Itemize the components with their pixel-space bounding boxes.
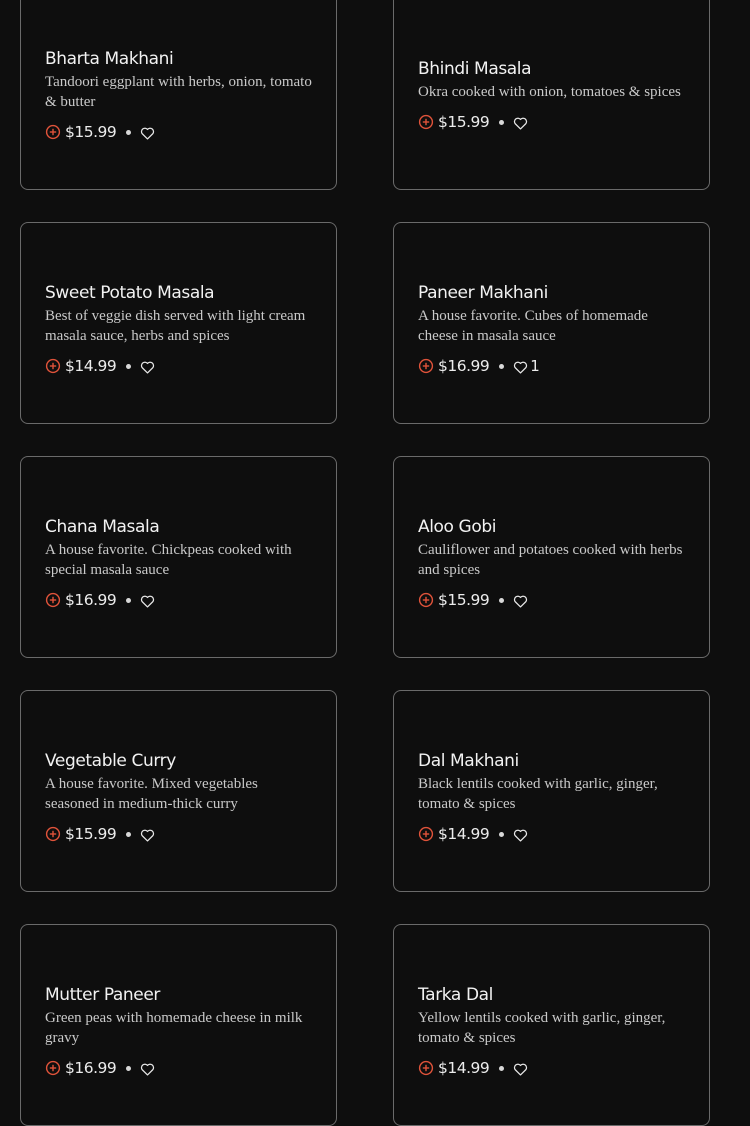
heart-outline-icon: [140, 827, 155, 842]
separator-dot: [499, 119, 505, 125]
menu-item-meta: $16.99: [45, 1058, 157, 1078]
menu-item-description: Yellow lentils cooked with garlic, ginge…: [418, 1010, 666, 1046]
menu-item-name: Tarka Dal: [418, 985, 493, 1005]
heart-outline-icon: [513, 359, 528, 374]
menu-item-price: $15.99: [65, 123, 117, 141]
menu-item-card[interactable]: Bhindi Masala Okra cooked with onion, to…: [393, 0, 710, 190]
menu-item-description: Green peas with homemade cheese in milk …: [45, 1010, 303, 1046]
menu-item-description: A house favorite. Chickpeas cooked with …: [45, 542, 292, 578]
menu-item-meta: $14.99: [45, 356, 157, 376]
menu-item-meta: $15.99: [418, 590, 530, 610]
menu-item-name: Aloo Gobi: [418, 517, 497, 537]
menu-item-meta: $15.99: [45, 122, 157, 142]
menu-item-name: Dal Makhani: [418, 751, 519, 771]
like-button[interactable]: [140, 827, 157, 842]
heart-outline-icon: [513, 115, 528, 130]
like-button[interactable]: [140, 125, 157, 140]
menu-item-meta: $16.99 1: [418, 356, 540, 376]
plus-circle-icon[interactable]: [45, 358, 61, 374]
heart-outline-icon: [140, 359, 155, 374]
heart-outline-icon: [513, 593, 528, 608]
plus-circle-icon[interactable]: [418, 1060, 434, 1076]
menu-item-price: $15.99: [65, 825, 117, 843]
plus-circle-icon[interactable]: [45, 124, 61, 140]
menu-item-card[interactable]: Sweet Potato Masala Best of veggie dish …: [20, 222, 337, 424]
menu-item-price: $16.99: [438, 357, 490, 375]
menu-item-meta: $15.99: [418, 112, 530, 132]
menu-item-card[interactable]: Mutter Paneer Green peas with homemade c…: [20, 924, 337, 1126]
like-button[interactable]: [513, 1061, 530, 1076]
plus-circle-icon[interactable]: [418, 826, 434, 842]
heart-outline-icon: [140, 1061, 155, 1076]
menu-item-description: A house favorite. Cubes of homemade chee…: [418, 308, 648, 344]
plus-circle-icon[interactable]: [418, 114, 434, 130]
heart-outline-icon: [513, 1061, 528, 1076]
like-button[interactable]: [140, 359, 157, 374]
menu-item-meta: $16.99: [45, 590, 157, 610]
plus-circle-icon[interactable]: [45, 1060, 61, 1076]
menu-item-name: Bharta Makhani: [45, 49, 174, 69]
heart-outline-icon: [513, 827, 528, 842]
separator-dot: [499, 363, 505, 369]
menu-item-description: Best of veggie dish served with light cr…: [45, 308, 306, 344]
like-button[interactable]: [140, 1061, 157, 1076]
menu-item-card[interactable]: Bharta Makhani Tandoori eggplant with he…: [20, 0, 337, 190]
menu-item-price: $15.99: [438, 591, 490, 609]
like-button[interactable]: 1: [513, 357, 540, 375]
separator-dot: [126, 129, 132, 135]
menu-item-meta: $14.99: [418, 824, 530, 844]
like-button[interactable]: [513, 593, 530, 608]
heart-outline-icon: [140, 593, 155, 608]
separator-dot: [126, 363, 132, 369]
like-button[interactable]: [513, 115, 530, 130]
menu-item-name: Mutter Paneer: [45, 985, 161, 1005]
menu-item-card[interactable]: Vegetable Curry A house favorite. Mixed …: [20, 690, 337, 892]
menu-item-name: Chana Masala: [45, 517, 160, 537]
separator-dot: [499, 831, 505, 837]
menu-item-price: $14.99: [65, 357, 117, 375]
like-button[interactable]: [513, 827, 530, 842]
plus-circle-icon[interactable]: [418, 592, 434, 608]
menu-item-card[interactable]: Chana Masala A house favorite. Chickpeas…: [20, 456, 337, 658]
separator-dot: [126, 831, 132, 837]
like-count: 1: [530, 357, 540, 375]
menu-item-description: Black lentils cooked with garlic, ginger…: [418, 776, 658, 812]
menu-item-price: $16.99: [65, 591, 117, 609]
menu-item-price: $15.99: [438, 113, 490, 131]
menu-item-price: $16.99: [65, 1059, 117, 1077]
menu-item-description: Okra cooked with onion, tomatoes & spice…: [418, 84, 681, 100]
menu-item-name: Sweet Potato Masala: [45, 283, 215, 303]
separator-dot: [499, 1065, 505, 1071]
menu-item-description: Tandoori eggplant with herbs, onion, tom…: [45, 74, 312, 110]
menu-item-card[interactable]: Paneer Makhani A house favorite. Cubes o…: [393, 222, 710, 424]
menu-item-name: Paneer Makhani: [418, 283, 549, 303]
menu-item-meta: $14.99: [418, 1058, 530, 1078]
menu-item-name: Vegetable Curry: [45, 751, 176, 771]
separator-dot: [499, 597, 505, 603]
menu-item-price: $14.99: [438, 1059, 490, 1077]
plus-circle-icon[interactable]: [418, 358, 434, 374]
separator-dot: [126, 597, 132, 603]
menu-item-meta: $15.99: [45, 824, 157, 844]
menu-item-name: Bhindi Masala: [418, 59, 532, 79]
plus-circle-icon[interactable]: [45, 592, 61, 608]
menu-item-description: Cauliflower and potatoes cooked with her…: [418, 542, 683, 578]
menu-item-card[interactable]: Dal Makhani Black lentils cooked with ga…: [393, 690, 710, 892]
like-button[interactable]: [140, 593, 157, 608]
separator-dot: [126, 1065, 132, 1071]
menu-item-card[interactable]: Aloo Gobi Cauliflower and potatoes cooke…: [393, 456, 710, 658]
heart-outline-icon: [140, 125, 155, 140]
menu-item-description: A house favorite. Mixed vegetables seaso…: [45, 776, 258, 812]
menu-item-card[interactable]: Tarka Dal Yellow lentils cooked with gar…: [393, 924, 710, 1126]
menu-item-price: $14.99: [438, 825, 490, 843]
plus-circle-icon[interactable]: [45, 826, 61, 842]
